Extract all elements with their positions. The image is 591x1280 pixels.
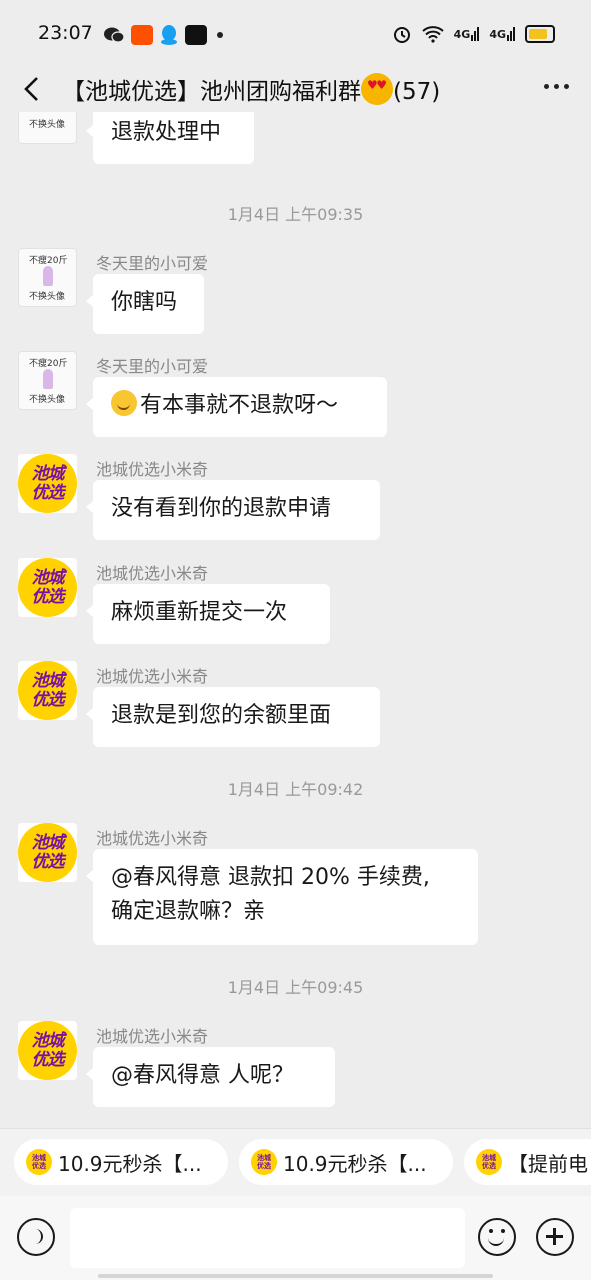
- signal-4g-icon: 4G: [454, 27, 480, 41]
- soul-icon: [185, 25, 207, 45]
- alarm-icon: [393, 27, 410, 43]
- avatar[interactable]: 不瘦20斤 不换头像: [18, 248, 77, 307]
- brand-logo-icon: 池城 优选: [26, 1149, 52, 1175]
- plus-icon[interactable]: [536, 1218, 574, 1256]
- home-indicator: [98, 1274, 493, 1278]
- sender-name: 池城优选小米奇: [96, 829, 209, 848]
- message-bubble[interactable]: 退款处理中: [86, 112, 254, 164]
- avatar[interactable]: 池城 优选: [18, 1021, 77, 1080]
- quick-link-chip[interactable]: 池城 优选 【提前电: [464, 1139, 591, 1185]
- more-notifications-dot: [217, 32, 223, 38]
- voice-input-icon[interactable]: [17, 1218, 55, 1256]
- avatar[interactable]: 不换头像: [18, 112, 77, 144]
- sender-name: 冬天里的小可爱: [96, 357, 209, 376]
- system-icons: 4G 4G: [392, 24, 555, 44]
- emoji-icon[interactable]: [478, 1218, 516, 1256]
- sender-name: 池城优选小米奇: [96, 460, 209, 479]
- smile-emoji-icon: [111, 390, 137, 416]
- signal-4g-icon: 4G: [489, 27, 515, 41]
- message-bubble[interactable]: 没有看到你的退款申请: [86, 480, 380, 540]
- sender-name: 池城优选小米奇: [96, 667, 209, 686]
- taobao-icon: [131, 25, 153, 45]
- brand-logo-icon: 池城 优选: [251, 1149, 277, 1175]
- status-bar: 23:07 4G 4G: [0, 0, 591, 68]
- message-bubble[interactable]: 你瞎吗: [86, 274, 204, 334]
- message-list[interactable]: 不换头像 退款处理中 1月4日 上午09:35 不瘦20斤 不换头像 冬天里的小可…: [0, 112, 591, 1128]
- message-bubble[interactable]: @春风得意 退款扣 20% 手续费, 确定退款嘛？亲: [86, 849, 478, 945]
- qq-icon: [161, 25, 177, 45]
- message-bubble[interactable]: 麻烦重新提交一次: [86, 584, 330, 644]
- wifi-icon: [421, 26, 444, 43]
- avatar[interactable]: 池城 优选: [18, 661, 77, 720]
- timestamp: 1月4日 上午09:45: [227, 978, 364, 997]
- notification-icons: [103, 24, 223, 46]
- sender-name: 冬天里的小可爱: [96, 254, 209, 273]
- battery-icon: [525, 25, 555, 43]
- sender-name: 池城优选小米奇: [96, 1027, 209, 1046]
- heart-eyes-emoji-icon: [361, 73, 393, 105]
- timestamp: 1月4日 上午09:42: [227, 780, 364, 799]
- wechat-icon: [104, 27, 125, 43]
- input-bar: [0, 1196, 591, 1280]
- back-arrow-icon[interactable]: [18, 74, 48, 104]
- timestamp: 1月4日 上午09:35: [227, 205, 364, 224]
- status-time: 23:07: [38, 22, 93, 44]
- member-count: (57): [393, 79, 441, 105]
- quick-link-chip[interactable]: 池城 优选 10.9元秒杀【...: [239, 1139, 453, 1185]
- avatar[interactable]: 不瘦20斤 不换头像: [18, 351, 77, 410]
- quick-link-chip[interactable]: 池城 优选 10.9元秒杀【...: [14, 1139, 228, 1185]
- message-bubble[interactable]: 有本事就不退款呀～: [86, 377, 387, 437]
- message-bubble[interactable]: 退款是到您的余额里面: [86, 687, 380, 747]
- chat-header: 【池城优选】池州团购福利群(57): [0, 68, 591, 112]
- sender-name: 池城优选小米奇: [96, 564, 209, 583]
- message-input[interactable]: [70, 1208, 465, 1268]
- avatar[interactable]: 池城 优选: [18, 558, 77, 617]
- avatar[interactable]: 池城 优选: [18, 454, 77, 513]
- more-options-icon[interactable]: [544, 84, 569, 89]
- quick-links-bar: 池城 优选 10.9元秒杀【... 池城 优选 10.9元秒杀【... 池城 优选 【…: [0, 1128, 591, 1197]
- message-bubble[interactable]: @春风得意 人呢？: [86, 1047, 335, 1107]
- avatar[interactable]: 池城 优选: [18, 823, 77, 882]
- group-title: 【池城优选】池州团购福利群(57): [62, 72, 440, 106]
- brand-logo-icon: 池城 优选: [476, 1149, 502, 1175]
